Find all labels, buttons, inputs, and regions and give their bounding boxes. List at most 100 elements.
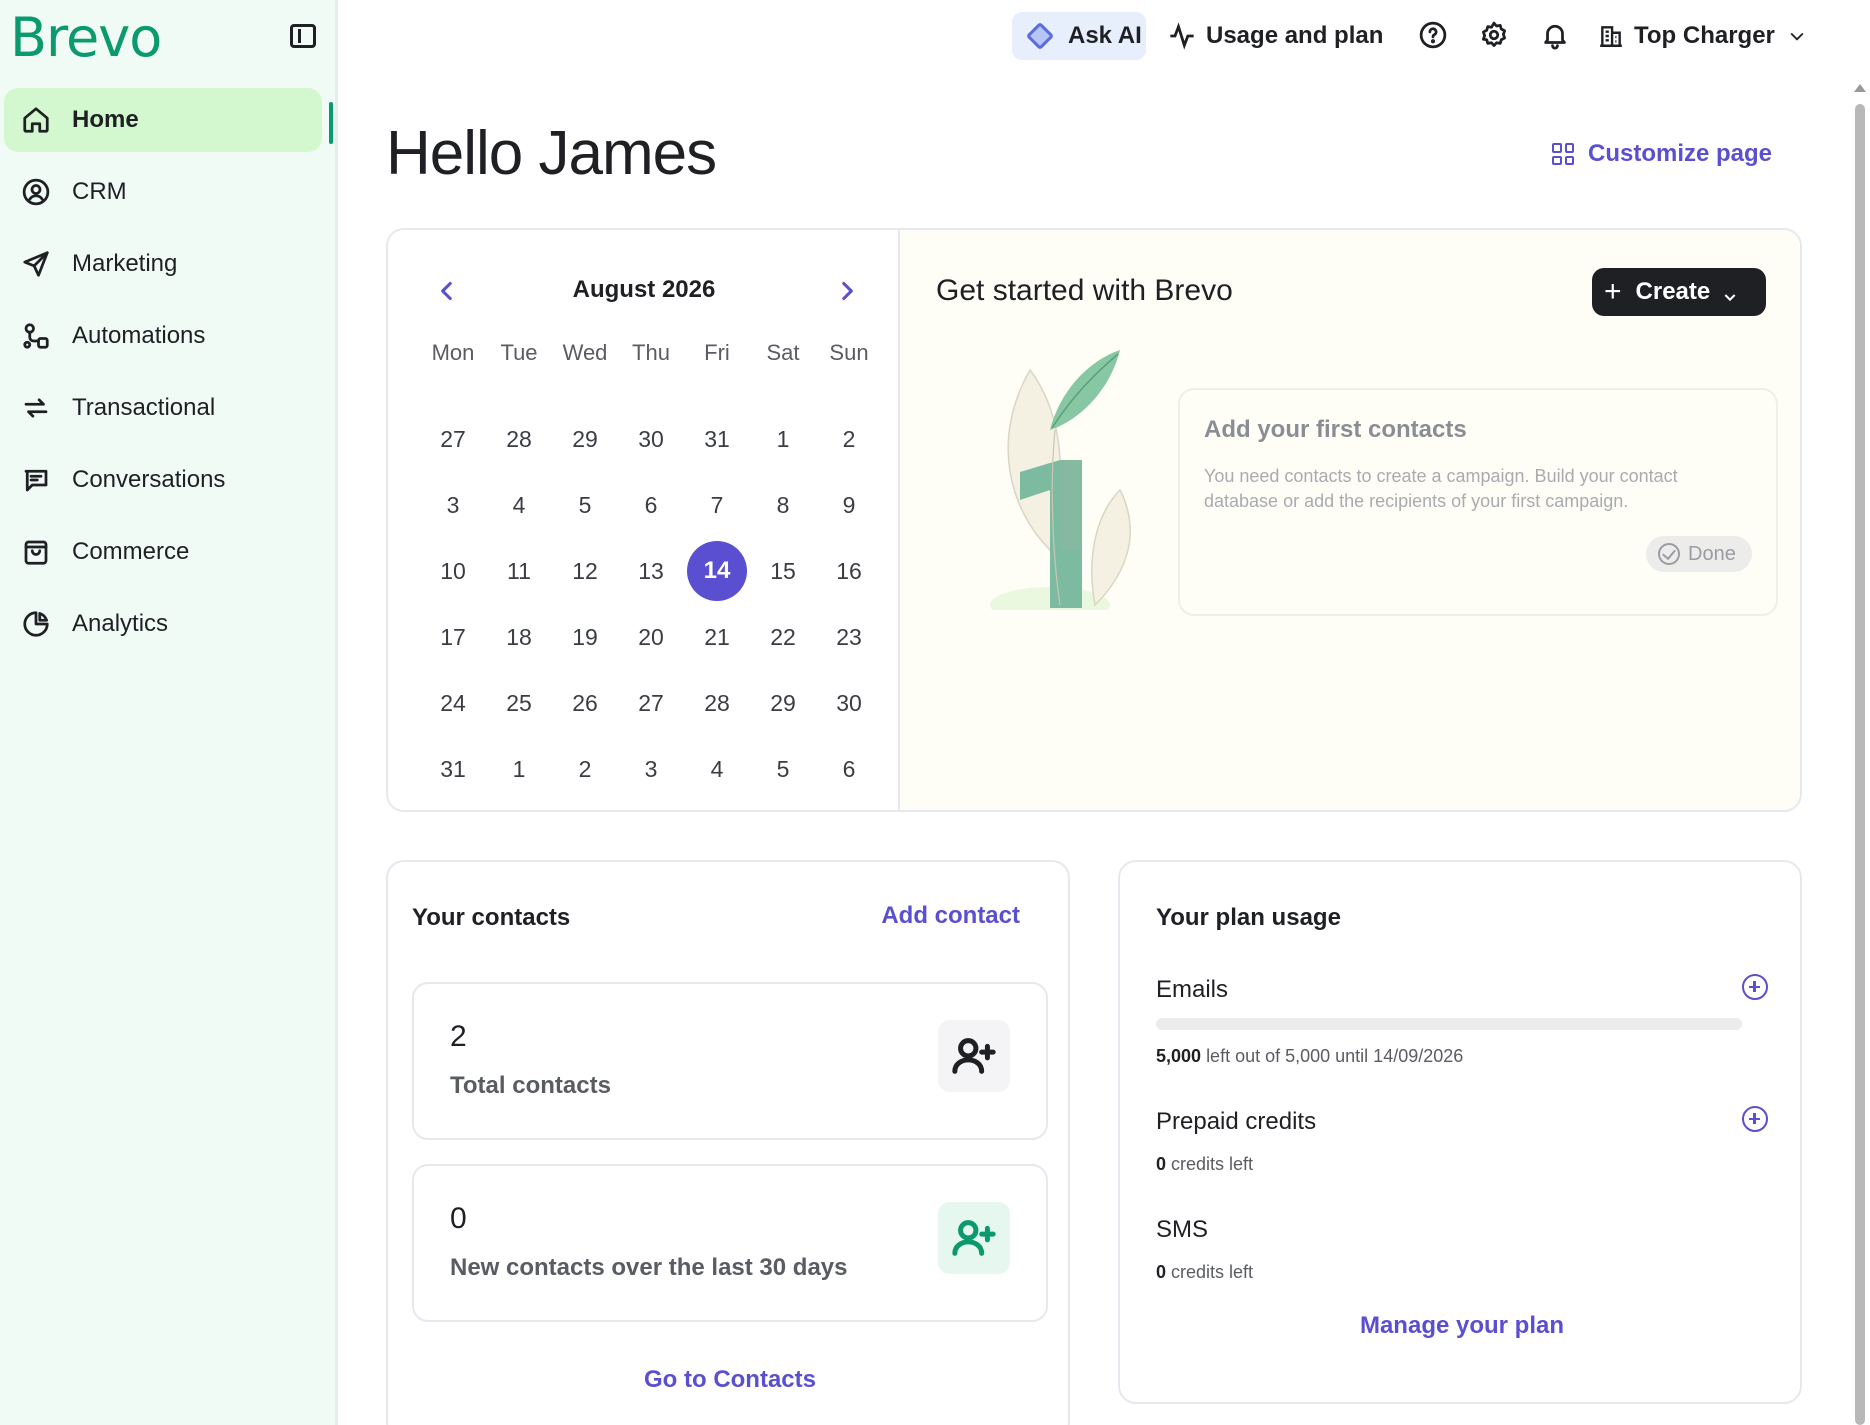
calendar-day[interactable]: 3 — [420, 472, 486, 538]
calendar-day[interactable]: 1 — [486, 736, 552, 802]
new-contacts-label: New contacts over the last 30 days — [450, 1254, 848, 1281]
calendar-day[interactable]: 29 — [750, 670, 816, 736]
add-emails-plus-icon[interactable] — [1742, 974, 1768, 1000]
create-button[interactable]: + Create — [1592, 268, 1766, 316]
help-icon[interactable] — [1418, 20, 1448, 50]
ask-ai-button[interactable]: Ask AI — [1012, 12, 1146, 60]
sidebar-item-transactional[interactable]: Transactional — [4, 376, 322, 440]
check-circle-icon — [1658, 543, 1680, 565]
notifications-bell-icon[interactable] — [1540, 20, 1570, 50]
calendar-day[interactable]: 13 — [618, 538, 684, 604]
scroll-up-arrow-icon[interactable] — [1854, 84, 1866, 92]
chevron-down-icon — [1790, 32, 1804, 41]
new-contacts-value: 0 — [450, 1202, 467, 1235]
sidebar-item-crm[interactable]: CRM — [4, 160, 322, 224]
scrollbar-thumb[interactable] — [1855, 104, 1865, 1425]
calendar-day[interactable]: 16 — [816, 538, 882, 604]
calendar-day-today[interactable]: 14 — [684, 538, 750, 604]
plus-icon: + — [1604, 275, 1622, 308]
calendar-day[interactable]: 4 — [486, 472, 552, 538]
page-title: Hello James — [386, 119, 717, 188]
total-contacts-box[interactable]: 2 Total contacts — [412, 982, 1048, 1140]
sidebar-item-analytics[interactable]: Analytics — [4, 592, 322, 656]
calendar-day[interactable]: 29 — [552, 406, 618, 472]
sidebar-item-conversations[interactable]: Conversations — [4, 448, 322, 512]
sidebar-item-label: Automations — [72, 322, 206, 349]
sidebar-item-label: Marketing — [72, 250, 178, 277]
usage-and-plan-button[interactable]: Usage and plan — [1168, 18, 1383, 54]
calendar-day[interactable]: 28 — [486, 406, 552, 472]
sidebar-item-commerce[interactable]: Commerce — [4, 520, 322, 584]
brevo-logo[interactable]: Brevo — [10, 6, 162, 69]
calendar-day[interactable]: 2 — [816, 406, 882, 472]
top-bar: Ask AI Usage and plan Top Charger — [338, 0, 1870, 72]
calendar-day[interactable]: 5 — [750, 736, 816, 802]
shopping-bag-icon — [20, 536, 52, 568]
prepaid-remaining: 0 credits left — [1156, 1154, 1253, 1175]
weekday-label: Thu — [632, 340, 670, 365]
calendar-day[interactable]: 19 — [552, 604, 618, 670]
calendar-day[interactable]: 31 — [684, 406, 750, 472]
calendar-day[interactable]: 5 — [552, 472, 618, 538]
page-scrollbar[interactable] — [1854, 84, 1866, 1425]
calendar-day[interactable]: 7 — [684, 472, 750, 538]
sidebar-item-automations[interactable]: Automations — [4, 304, 322, 368]
weekday-label: Sat — [766, 340, 800, 365]
calendar-day[interactable]: 22 — [750, 604, 816, 670]
sidebar-collapse-icon[interactable] — [290, 24, 316, 48]
create-label: Create — [1635, 278, 1711, 305]
sidebar-item-home[interactable]: Home — [4, 88, 322, 152]
calendar-day[interactable]: 6 — [816, 736, 882, 802]
new-contacts-box[interactable]: 0 New contacts over the last 30 days — [412, 1164, 1048, 1322]
go-to-contacts-link[interactable]: Go to Contacts — [388, 1366, 1072, 1394]
emails-left-detail: left out of 5,000 until 14/09/2026 — [1206, 1046, 1464, 1066]
onboarding-task-card[interactable]: Add your first contacts You need contact… — [1178, 388, 1778, 616]
calendar-day[interactable]: 2 — [552, 736, 618, 802]
manage-plan-link[interactable]: Manage your plan — [1120, 1312, 1804, 1340]
sidebar-item-marketing[interactable]: Marketing — [4, 232, 322, 296]
dashboard-grid-icon — [1552, 143, 1574, 165]
prepaid-left-value: 0 — [1156, 1154, 1167, 1174]
done-button[interactable]: Done — [1646, 536, 1752, 572]
calendar-day[interactable]: 24 — [420, 670, 486, 736]
calendar-day[interactable]: 31 — [420, 736, 486, 802]
calendar-day[interactable]: 11 — [486, 538, 552, 604]
done-label: Done — [1688, 542, 1736, 565]
customize-page-link[interactable]: Customize page — [1552, 140, 1772, 168]
calendar-day[interactable]: 1 — [750, 406, 816, 472]
settings-gear-icon[interactable] — [1479, 20, 1509, 50]
calendar-day[interactable]: 15 — [750, 538, 816, 604]
usage-label: Usage and plan — [1206, 22, 1384, 49]
calendar-day[interactable]: 28 — [684, 670, 750, 736]
calendar-day[interactable]: 17 — [420, 604, 486, 670]
chevron-right-icon[interactable] — [834, 278, 860, 304]
chevron-down-icon — [1722, 284, 1738, 302]
calendar-day[interactable]: 30 — [618, 406, 684, 472]
sidebar-item-label: Home — [72, 106, 139, 133]
calendar-grid: Mon Tue Wed Thu Fri Sat Sun 27 28 29 30 31 1 2 3 4 5 6 7 8 9… — [420, 340, 882, 802]
calendar-day[interactable]: 23 — [816, 604, 882, 670]
calendar-day[interactable]: 21 — [684, 604, 750, 670]
calendar-day[interactable]: 20 — [618, 604, 684, 670]
calendar-day[interactable]: 3 — [618, 736, 684, 802]
prepaid-credits-title: Prepaid credits — [1156, 1108, 1317, 1135]
calendar-day[interactable]: 9 — [816, 472, 882, 538]
account-switcher[interactable]: Top Charger — [1598, 18, 1807, 54]
add-contact-link[interactable]: Add contact — [881, 902, 1020, 930]
sidebar: Brevo Home CRM Marketing Automations Tra… — [0, 0, 338, 1425]
calendar-day[interactable]: 8 — [750, 472, 816, 538]
calendar-day[interactable]: 12 — [552, 538, 618, 604]
home-icon — [20, 104, 52, 136]
chat-icon — [20, 464, 52, 496]
calendar-day[interactable]: 27 — [420, 406, 486, 472]
weekday-label: Sun — [829, 340, 869, 365]
calendar-day[interactable]: 10 — [420, 538, 486, 604]
calendar-day[interactable]: 4 — [684, 736, 750, 802]
calendar-day[interactable]: 30 — [816, 670, 882, 736]
calendar-day[interactable]: 26 — [552, 670, 618, 736]
calendar-day[interactable]: 18 — [486, 604, 552, 670]
calendar-day[interactable]: 25 — [486, 670, 552, 736]
calendar-day[interactable]: 6 — [618, 472, 684, 538]
calendar-day[interactable]: 27 — [618, 670, 684, 736]
add-prepaid-plus-icon[interactable] — [1742, 1106, 1768, 1132]
